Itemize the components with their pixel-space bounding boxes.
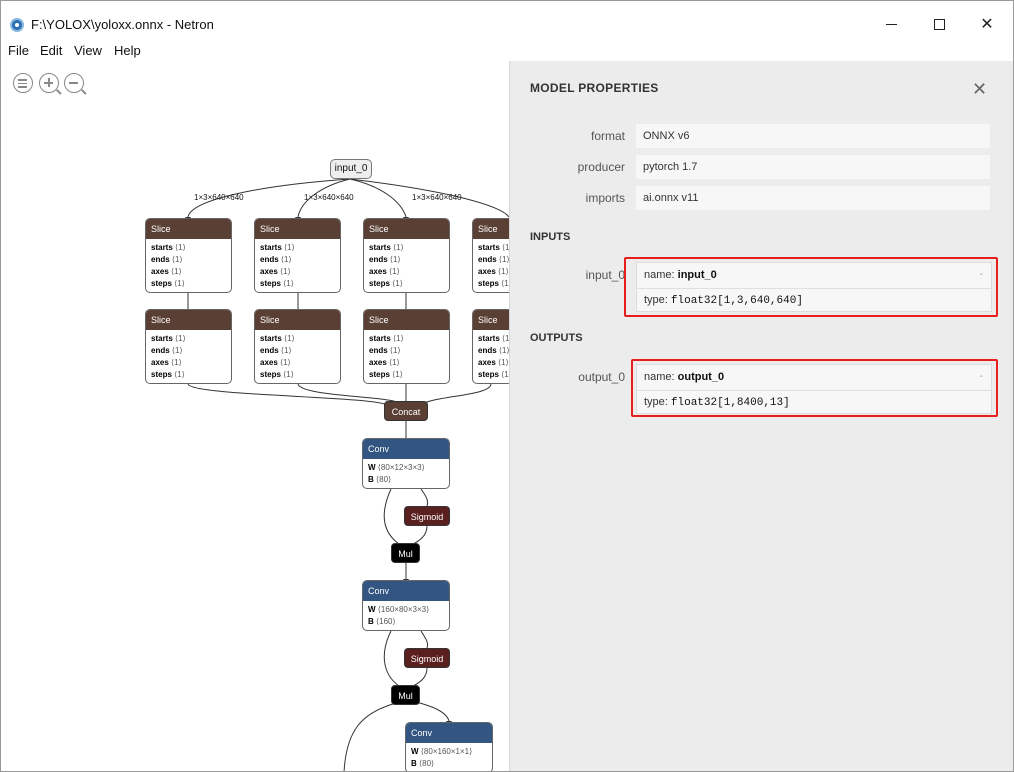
edge-label: 1×3×640×640	[194, 193, 244, 202]
sidebar-title: MODEL PROPERTIES	[530, 81, 659, 95]
slice-node[interactable]: Slice starts ⟨1⟩ ends ⟨1⟩ axes ⟨1⟩ steps…	[363, 218, 450, 293]
menu-icon[interactable]	[13, 73, 33, 93]
slice-node-title: Slice	[255, 219, 340, 239]
slice-node-title: Slice	[255, 310, 340, 330]
zoom-out-icon[interactable]	[64, 73, 87, 95]
model-properties-sidebar: MODEL PROPERTIES ✕ format ONNX v6 produc…	[509, 61, 1013, 771]
output-highlight-box	[631, 359, 998, 417]
title-bar: F:\YOLOX\yoloxx.onnx - Netron ✕	[1, 1, 1013, 41]
zoom-in-icon[interactable]	[39, 73, 62, 95]
slice-node-attrs: starts ⟨1⟩ ends ⟨1⟩ axes ⟨1⟩ steps ⟨1⟩	[478, 334, 509, 379]
maximize-button[interactable]	[917, 11, 961, 39]
input-highlight-box	[624, 257, 998, 317]
slice-node[interactable]: Slice starts ⟨1⟩ ends ⟨1⟩ axes ⟨1⟩ steps…	[363, 309, 450, 384]
slice-node-attrs: starts ⟨1⟩ ends ⟨1⟩ axes ⟨1⟩ steps ⟨1⟩	[151, 334, 186, 379]
conv-node-attrs: W ⟨160×80×3×3⟩ B ⟨160⟩	[368, 605, 430, 626]
property-value-format[interactable]: ONNX v6	[636, 124, 990, 148]
inputs-section-title: INPUTS	[530, 231, 571, 243]
slice-node-title: Slice	[146, 310, 231, 330]
conv-node[interactable]: Conv W ⟨160×80×3×3⟩ B ⟨160⟩	[362, 580, 450, 631]
slice-node[interactable]: Slice starts ⟨1⟩ ends ⟨1⟩ axes ⟨1⟩ steps…	[145, 218, 232, 293]
edge-label: 1×3×640×640	[304, 193, 354, 202]
maximize-icon	[933, 19, 945, 31]
slice-node[interactable]: Slice starts ⟨1⟩ ends ⟨1⟩ axes ⟨1⟩ steps…	[254, 309, 341, 384]
property-value-imports[interactable]: ai.onnx v11	[636, 186, 990, 210]
window-title: F:\YOLOX\yoloxx.onnx - Netron	[31, 17, 214, 32]
sidebar-close-icon[interactable]: ✕	[972, 79, 987, 100]
menu-help[interactable]: Help	[114, 43, 141, 58]
slice-node[interactable]: Slice starts ⟨1⟩ ends ⟨1⟩ axes ⟨1⟩ steps…	[254, 218, 341, 293]
conv-node-title: Conv	[363, 581, 449, 601]
edge-label: 1×3×640×640	[412, 193, 462, 202]
conv-node[interactable]: Conv W ⟨80×160×1×1⟩ B ⟨80⟩	[405, 722, 493, 771]
slice-node-title: Slice	[146, 219, 231, 239]
property-label: imports	[585, 191, 625, 205]
graph-canvas[interactable]: input_0 1×3×640×640 1×3×640×640 1×3×640×…	[1, 101, 509, 771]
property-label: format	[590, 129, 625, 143]
slice-node-title: Slice	[473, 219, 509, 239]
minimize-icon	[885, 24, 897, 26]
output-label: output_0	[578, 370, 625, 384]
property-label: producer	[577, 160, 625, 174]
slice-node[interactable]: Slice starts ⟨1⟩ ends ⟨1⟩ axes ⟨1⟩ steps…	[145, 309, 232, 384]
slice-node-attrs: starts ⟨1⟩ ends ⟨1⟩ axes ⟨1⟩ steps ⟨1⟩	[260, 334, 295, 379]
slice-node-title: Slice	[364, 219, 449, 239]
outputs-section-title: OUTPUTS	[530, 332, 583, 344]
netron-window: F:\YOLOX\yoloxx.onnx - Netron ✕ File Edi…	[0, 0, 1014, 772]
conv-node[interactable]: Conv W ⟨80×12×3×3⟩ B ⟨80⟩	[362, 438, 450, 489]
mul-node[interactable]: Mul	[391, 685, 420, 705]
close-window-button[interactable]: ✕	[965, 11, 1009, 39]
slice-node[interactable]: Slice starts ⟨1⟩ ends ⟨1⟩ axes ⟨1⟩ steps…	[472, 218, 509, 293]
menu-view[interactable]: View	[74, 43, 102, 58]
slice-node-attrs: starts ⟨1⟩ ends ⟨1⟩ axes ⟨1⟩ steps ⟨1⟩	[369, 243, 404, 288]
slice-node-title: Slice	[364, 310, 449, 330]
slice-node-title: Slice	[473, 310, 509, 330]
slice-node-attrs: starts ⟨1⟩ ends ⟨1⟩ axes ⟨1⟩ steps ⟨1⟩	[151, 243, 186, 288]
slice-node[interactable]: Slice starts ⟨1⟩ ends ⟨1⟩ axes ⟨1⟩ steps…	[472, 309, 509, 384]
slice-node-attrs: starts ⟨1⟩ ends ⟨1⟩ axes ⟨1⟩ steps ⟨1⟩	[260, 243, 295, 288]
minimize-button[interactable]	[869, 11, 913, 39]
conv-node-title: Conv	[406, 723, 492, 743]
slice-node-attrs: starts ⟨1⟩ ends ⟨1⟩ axes ⟨1⟩ steps ⟨1⟩	[369, 334, 404, 379]
close-icon: ✕	[980, 16, 994, 33]
netron-app-icon	[10, 18, 24, 32]
sigmoid-node[interactable]: Sigmoid	[404, 648, 450, 668]
conv-node-title: Conv	[363, 439, 449, 459]
menu-edit[interactable]: Edit	[40, 43, 62, 58]
mul-node[interactable]: Mul	[391, 543, 420, 563]
conv-node-attrs: W ⟨80×160×1×1⟩ B ⟨80⟩	[411, 747, 473, 768]
menu-file[interactable]: File	[8, 43, 29, 58]
property-value-producer[interactable]: pytorch 1.7	[636, 155, 990, 179]
input-label: input_0	[585, 268, 625, 282]
slice-node-attrs: starts ⟨1⟩ ends ⟨1⟩ axes ⟨1⟩ steps ⟨1⟩	[478, 243, 509, 288]
conv-node-attrs: W ⟨80×12×3×3⟩ B ⟨80⟩	[368, 463, 425, 484]
graph-input-node[interactable]: input_0	[330, 159, 372, 179]
concat-node[interactable]: Concat	[384, 401, 428, 421]
sigmoid-node[interactable]: Sigmoid	[404, 506, 450, 526]
